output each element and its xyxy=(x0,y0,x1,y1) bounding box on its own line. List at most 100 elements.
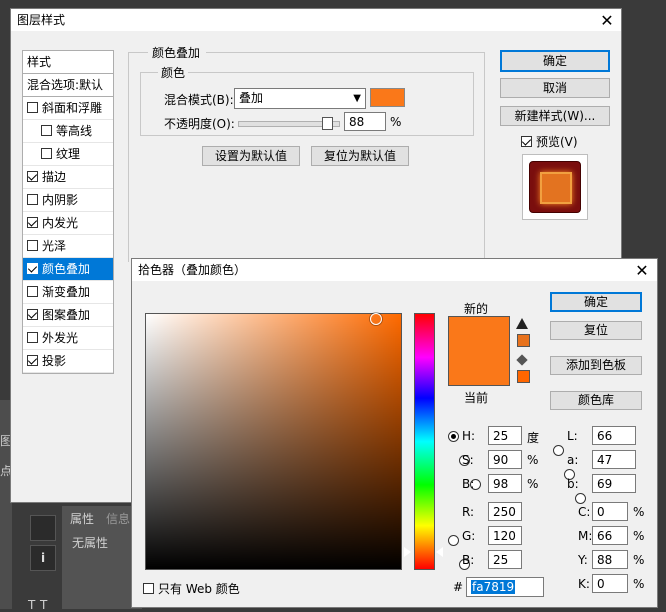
opacity-slider-thumb[interactable] xyxy=(322,117,333,130)
style-item-label: 描边 xyxy=(42,170,67,184)
style-item[interactable]: 纹理 xyxy=(23,143,113,166)
style-item-label: 光泽 xyxy=(42,239,67,253)
field-input[interactable]: 0 xyxy=(592,502,628,521)
color-libraries-button[interactable]: 颜色库 xyxy=(550,391,642,410)
picker-reset-button[interactable]: 复位 xyxy=(550,321,642,340)
mode-radio[interactable] xyxy=(575,493,586,504)
opacity-unit: % xyxy=(390,115,402,129)
field-key: H: xyxy=(462,429,476,443)
style-item[interactable]: 光泽 xyxy=(23,235,113,258)
reset-default-button[interactable]: 复位为默认值 xyxy=(311,146,409,166)
mode-radio[interactable] xyxy=(448,535,459,546)
field-input[interactable]: 120 xyxy=(488,526,522,545)
add-to-swatches-button[interactable]: 添加到色板 xyxy=(550,356,642,375)
field-input[interactable]: 250 xyxy=(488,502,522,521)
bg-fragment-4: T xyxy=(40,598,48,612)
style-item-checkbox[interactable] xyxy=(27,102,38,113)
field-input[interactable]: 69 xyxy=(592,474,636,493)
field-input[interactable]: 90 xyxy=(488,450,522,469)
style-item-label: 外发光 xyxy=(42,331,79,345)
style-item-checkbox[interactable] xyxy=(27,171,38,182)
style-item[interactable]: 投影 xyxy=(23,350,113,373)
style-item-checkbox[interactable] xyxy=(27,355,38,366)
preview-check-icon xyxy=(521,136,532,147)
color-field-marker[interactable] xyxy=(369,313,382,326)
field-key: G: xyxy=(462,529,476,543)
layer-style-ok-button[interactable]: 确定 xyxy=(500,50,610,72)
style-item[interactable]: 图案叠加 xyxy=(23,304,113,327)
preview-checkbox[interactable]: 预览(V) xyxy=(521,133,578,150)
layer-style-close-icon[interactable]: ✕ xyxy=(597,11,617,31)
style-item[interactable]: 内阴影 xyxy=(23,189,113,212)
blend-options-item[interactable]: 混合选项:默认 xyxy=(23,74,113,97)
layer-style-cancel-button[interactable]: 取消 xyxy=(500,78,610,98)
mode-radio[interactable] xyxy=(553,445,564,456)
style-item-label: 等高线 xyxy=(56,124,93,138)
hue-left-arrow-icon[interactable] xyxy=(404,547,411,558)
field-key: B: xyxy=(462,477,475,491)
field-unit: % xyxy=(633,553,645,567)
hex-input[interactable]: fa7819 xyxy=(466,577,544,597)
hue-slider[interactable] xyxy=(414,313,435,570)
style-item[interactable]: 等高线 xyxy=(23,120,113,143)
section-left-border xyxy=(128,52,129,262)
style-item[interactable]: 斜面和浮雕 xyxy=(23,97,113,120)
style-item-checkbox[interactable] xyxy=(27,286,38,297)
opacity-input[interactable]: 88 xyxy=(344,112,386,131)
style-item[interactable]: 渐变叠加 xyxy=(23,281,113,304)
style-item-checkbox[interactable] xyxy=(27,263,38,274)
overlay-color-swatch[interactable] xyxy=(370,88,405,107)
style-item-label: 投影 xyxy=(42,354,67,368)
styles-header[interactable]: 样式 xyxy=(23,51,113,74)
new-style-button[interactable]: 新建样式(W)... xyxy=(500,106,610,126)
style-item[interactable]: 外发光 xyxy=(23,327,113,350)
bg-tab-properties[interactable]: 属性 xyxy=(70,510,94,527)
field-input[interactable]: 25 xyxy=(488,550,522,569)
style-item-label: 内发光 xyxy=(42,216,79,230)
hex-label: # xyxy=(453,580,464,594)
blend-mode-value: 叠加 xyxy=(239,91,264,105)
field-input[interactable]: 47 xyxy=(592,450,636,469)
bg-icon-cube[interactable] xyxy=(30,515,56,541)
style-item-checkbox[interactable] xyxy=(41,148,52,159)
style-item-checkbox[interactable] xyxy=(27,217,38,228)
field-input[interactable]: 98 xyxy=(488,474,522,493)
field-input[interactable]: 66 xyxy=(592,426,636,445)
field-input[interactable]: 88 xyxy=(592,550,628,569)
gamut-swatch[interactable] xyxy=(517,334,530,347)
make-default-button[interactable]: 设置为默认值 xyxy=(202,146,300,166)
field-unit: % xyxy=(633,577,645,591)
field-key: L: xyxy=(567,429,578,443)
preview-thumbnail xyxy=(522,154,588,220)
picker-ok-button[interactable]: 确定 xyxy=(550,292,642,312)
blend-mode-label: 混合模式(B): xyxy=(164,93,234,107)
bg-info-icon[interactable]: i xyxy=(30,545,56,571)
style-item-checkbox[interactable] xyxy=(27,309,38,320)
color-picker-titlebar: 拾色器（叠加颜色） xyxy=(132,259,657,281)
style-item-checkbox[interactable] xyxy=(27,332,38,343)
gamut-warning-icon[interactable] xyxy=(516,318,528,329)
field-input[interactable]: 66 xyxy=(592,526,628,545)
web-safe-swatch[interactable] xyxy=(517,370,530,383)
style-item[interactable]: 描边 xyxy=(23,166,113,189)
style-item-checkbox[interactable] xyxy=(27,194,38,205)
style-item-label: 渐变叠加 xyxy=(42,285,91,299)
blend-mode-select[interactable]: 叠加 ▼ xyxy=(234,88,366,109)
styles-list: 样式 混合选项:默认 斜面和浮雕等高线纹理描边内阴影内发光光泽颜色叠加渐变叠加图… xyxy=(22,50,114,374)
hue-right-arrow-icon[interactable] xyxy=(436,547,443,558)
field-input[interactable]: 0 xyxy=(592,574,628,593)
style-item[interactable]: 颜色叠加 xyxy=(23,258,113,281)
mode-radio[interactable] xyxy=(448,431,459,442)
style-item-checkbox[interactable] xyxy=(27,240,38,251)
color-field[interactable] xyxy=(145,313,402,570)
section-left-rule xyxy=(128,52,148,53)
field-unit: % xyxy=(527,477,539,491)
color-picker-close-icon[interactable]: ✕ xyxy=(632,261,652,281)
current-color-swatch[interactable] xyxy=(448,351,510,386)
web-only-checkbox[interactable]: 只有 Web 颜色 xyxy=(143,580,240,597)
bg-tab-info[interactable]: 信息 xyxy=(106,510,130,527)
style-item-checkbox[interactable] xyxy=(41,125,52,136)
style-item[interactable]: 内发光 xyxy=(23,212,113,235)
section-rule xyxy=(206,52,484,53)
field-input[interactable]: 25 xyxy=(488,426,522,445)
